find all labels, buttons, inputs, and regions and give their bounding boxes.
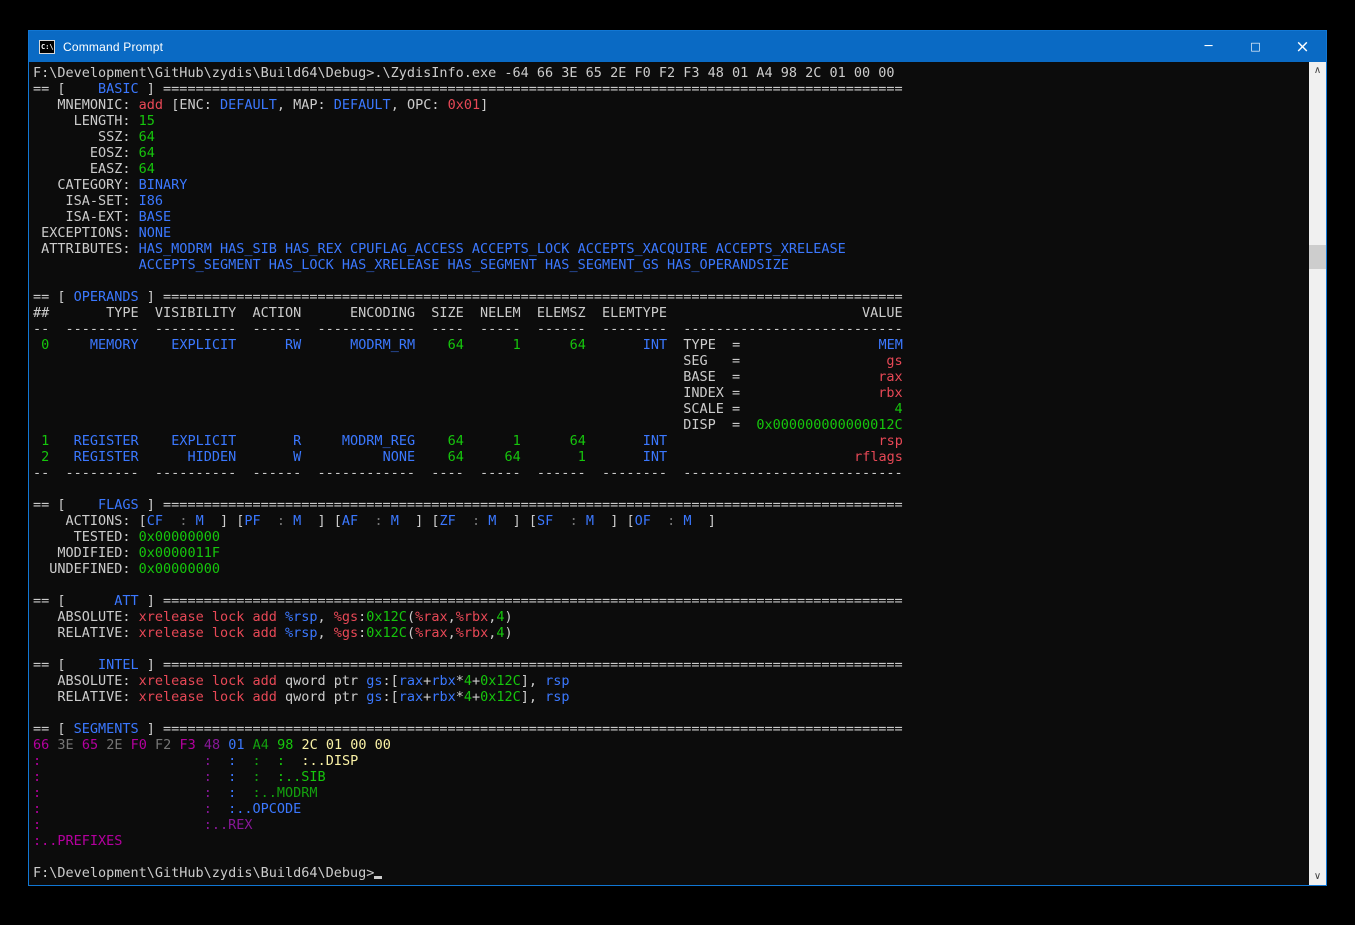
- console-line: DISP = 0x000000000000012C: [33, 417, 903, 433]
- console-line: SSZ: 64: [33, 129, 903, 145]
- console-line: UNDEFINED: 0x00000000: [33, 561, 903, 577]
- console-line: TESTED: 0x00000000: [33, 529, 903, 545]
- window-title: Command Prompt: [63, 40, 163, 54]
- console-line: : :..REX: [33, 817, 903, 833]
- console-line: == [ ATT ] =============================…: [33, 593, 903, 609]
- console-line: ABSOLUTE: xrelease lock add %rsp, %gs:0x…: [33, 609, 903, 625]
- console-line: 0 MEMORY EXPLICIT RW MODRM_RM 64 1 64 IN…: [33, 337, 903, 353]
- console-line: ABSOLUTE: xrelease lock add qword ptr gs…: [33, 673, 903, 689]
- minimize-button[interactable]: ─: [1185, 31, 1232, 62]
- console-line: MNEMONIC: add [ENC: DEFAULT, MAP: DEFAUL…: [33, 97, 903, 113]
- console-line: [33, 641, 903, 657]
- scrollbar-track[interactable]: ∧ ∨: [1309, 62, 1326, 885]
- console-line: [33, 577, 903, 593]
- console-line: 66 3E 65 2E F0 F2 F3 48 01 A4 98 2C 01 0…: [33, 737, 903, 753]
- command-prompt-window: C:\ Command Prompt ─ □ × F:\Development\…: [28, 30, 1327, 886]
- console-line: F:\Development\GitHub\zydis\Build64\Debu…: [33, 865, 903, 881]
- console-line: EASZ: 64: [33, 161, 903, 177]
- console-line: [33, 705, 903, 721]
- console-line: [33, 849, 903, 865]
- console-line: == [ FLAGS ] ===========================…: [33, 497, 903, 513]
- close-button[interactable]: ×: [1279, 31, 1326, 62]
- console-line: SCALE = 4: [33, 401, 903, 417]
- console-line: 2 REGISTER HIDDEN W NONE 64 64 1 INT rfl…: [33, 449, 903, 465]
- cmd-icon[interactable]: C:\: [39, 40, 55, 54]
- console-line: 1 REGISTER EXPLICIT R MODRM_REG 64 1 64 …: [33, 433, 903, 449]
- console-line: -- --------- ---------- ------ ---------…: [33, 465, 903, 481]
- console-line: BASE = rax: [33, 369, 903, 385]
- maximize-button[interactable]: □: [1232, 31, 1279, 62]
- console-line: INDEX = rbx: [33, 385, 903, 401]
- console-line: == [ INTEL ] ===========================…: [33, 657, 903, 673]
- close-icon: ×: [1295, 37, 1309, 57]
- console-line: RELATIVE: xrelease lock add %rsp, %gs:0x…: [33, 625, 903, 641]
- console-line: CATEGORY: BINARY: [33, 177, 903, 193]
- console-line: [33, 481, 903, 497]
- console-line: F:\Development\GitHub\zydis\Build64\Debu…: [33, 65, 903, 81]
- console-line: ACTIONS: [CF : M ] [PF : M ] [AF : M ] […: [33, 513, 903, 529]
- console-line: :..PREFIXES: [33, 833, 903, 849]
- scroll-up-button[interactable]: ∧: [1309, 62, 1326, 79]
- console-line: ## TYPE VISIBILITY ACTION ENCODING SIZE …: [33, 305, 903, 321]
- chevron-up-icon: ∧: [1314, 65, 1321, 76]
- console-line: : : :..OPCODE: [33, 801, 903, 817]
- scroll-down-button[interactable]: ∨: [1309, 868, 1326, 885]
- console[interactable]: F:\Development\GitHub\zydis\Build64\Debu…: [29, 62, 1326, 885]
- scrollbar-thumb[interactable]: [1309, 245, 1326, 269]
- console-line: == [ SEGMENTS ] ========================…: [33, 721, 903, 737]
- window-controls: ─ □ ×: [1185, 31, 1326, 62]
- minimize-icon: ─: [1205, 39, 1213, 54]
- console-line: ATTRIBUTES: HAS_MODRM HAS_SIB HAS_REX CP…: [33, 241, 903, 257]
- chevron-down-icon: ∨: [1314, 871, 1321, 882]
- console-line: EXCEPTIONS: NONE: [33, 225, 903, 241]
- titlebar[interactable]: C:\ Command Prompt ─ □ ×: [29, 31, 1326, 62]
- console-line: == [ OPERANDS ] ========================…: [33, 289, 903, 305]
- console-line: -- --------- ---------- ------ ---------…: [33, 321, 903, 337]
- console-line: SEG = gs: [33, 353, 903, 369]
- console-line: RELATIVE: xrelease lock add qword ptr gs…: [33, 689, 903, 705]
- console-output: F:\Development\GitHub\zydis\Build64\Debu…: [33, 65, 903, 881]
- console-line: LENGTH: 15: [33, 113, 903, 129]
- console-line: : : : : : :..DISP: [33, 753, 903, 769]
- maximize-icon: □: [1250, 40, 1260, 53]
- console-line: ISA-EXT: BASE: [33, 209, 903, 225]
- console-line: : : : :..MODRM: [33, 785, 903, 801]
- console-line: EOSZ: 64: [33, 145, 903, 161]
- text-cursor: [374, 865, 382, 879]
- console-line: MODIFIED: 0x0000011F: [33, 545, 903, 561]
- console-line: ACCEPTS_SEGMENT HAS_LOCK HAS_XRELEASE HA…: [33, 257, 903, 273]
- console-line: : : : : :..SIB: [33, 769, 903, 785]
- console-line: ISA-SET: I86: [33, 193, 903, 209]
- console-line: == [ BASIC ] ===========================…: [33, 81, 903, 97]
- console-line: [33, 273, 903, 289]
